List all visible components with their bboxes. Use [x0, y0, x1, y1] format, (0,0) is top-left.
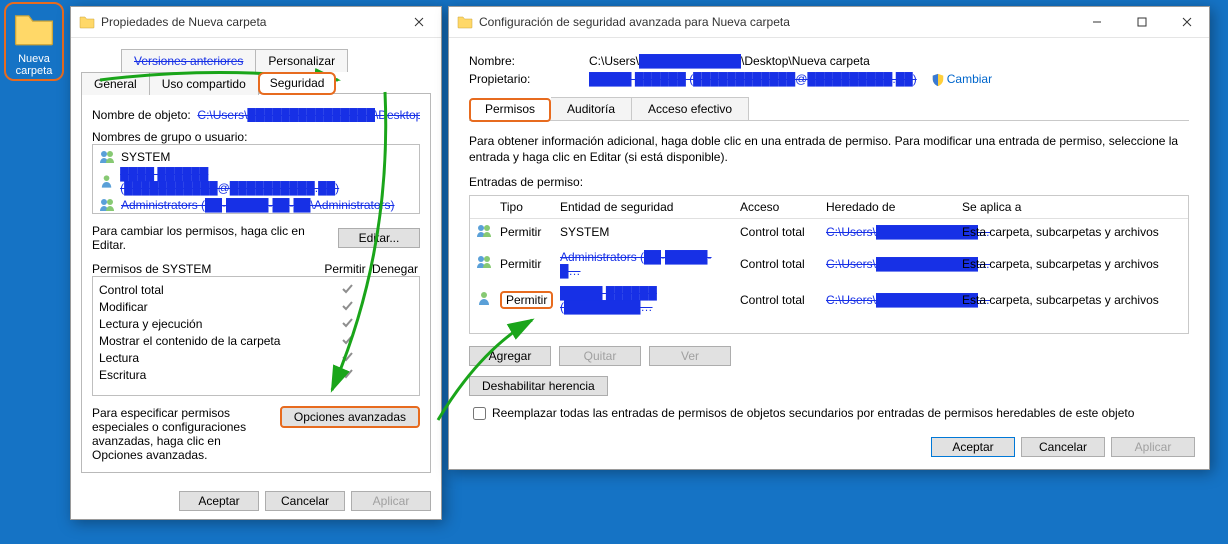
perm-row: Permitir SYSTEM Control total C:\Users\█… — [470, 219, 1188, 246]
folder-icon — [457, 14, 473, 30]
apply-button[interactable]: Aplicar — [351, 491, 431, 511]
groups-label: Nombres de grupo o usuario: — [92, 130, 420, 144]
tab-permissions[interactable]: Permisos — [469, 98, 551, 122]
user-icon — [476, 290, 492, 306]
owner-value: █████ ██████ (████████████@██████████.██… — [589, 72, 917, 86]
edit-button[interactable]: Editar... — [338, 228, 420, 248]
minimize-icon[interactable] — [1074, 7, 1119, 37]
properties-window: Propiedades de Nueva carpeta Versiones a… — [70, 6, 442, 520]
group-list[interactable]: SYSTEM ████ ██████ (███████████@████████… — [92, 144, 420, 214]
desktop-folder-label: Nueva carpeta — [6, 53, 62, 77]
advanced-hint: Para especificar permisos especiales o c… — [92, 406, 280, 462]
hdr-access[interactable]: Acceso — [734, 196, 820, 218]
hdr-principal[interactable]: Entidad de seguridad — [554, 196, 734, 218]
edit-hint: Para cambiar los permisos, haga clic en … — [92, 224, 338, 252]
cancel-button[interactable]: Cancelar — [1021, 437, 1105, 457]
perm-row: Permitir █████ ██████ (█████████… Contro… — [470, 282, 1188, 318]
maximize-icon[interactable] — [1119, 7, 1164, 37]
properties-title: Propiedades de Nueva carpeta — [101, 15, 396, 29]
allow-header: Permitir — [320, 262, 370, 276]
tab-general[interactable]: General — [81, 72, 150, 95]
hdr-inherited[interactable]: Heredado de — [820, 196, 956, 218]
close-icon[interactable] — [1164, 7, 1209, 37]
info-text: Para obtener información adicional, haga… — [469, 133, 1189, 165]
tab-previous-versions[interactable]: Versiones anteriores — [121, 49, 256, 72]
advanced-security-window: Configuración de seguridad avanzada para… — [448, 6, 1210, 470]
properties-titlebar[interactable]: Propiedades de Nueva carpeta — [71, 7, 441, 38]
deny-header: Denegar — [370, 262, 420, 276]
group-item-admins: Administrators (██-█████-██-██\Administr… — [93, 193, 419, 214]
tab-auditing[interactable]: Auditoría — [551, 97, 632, 121]
advanced-title: Configuración de seguridad avanzada para… — [479, 15, 1074, 29]
remove-button[interactable]: Quitar — [559, 346, 641, 366]
tab-sharing[interactable]: Uso compartido — [149, 72, 259, 95]
replace-children-checkbox[interactable] — [473, 407, 486, 420]
hdr-applies[interactable]: Se aplica a — [956, 196, 1188, 218]
tab-customize[interactable]: Personalizar — [255, 49, 348, 72]
cancel-button[interactable]: Cancelar — [265, 491, 345, 511]
tab-effective-access[interactable]: Acceso efectivo — [632, 97, 749, 121]
object-name-value: C:\Users\███████████████\Desktop\Nueva c… — [197, 108, 420, 122]
permissions-for-label: Permisos de SYSTEM — [92, 262, 320, 276]
entries-label: Entradas de permiso: — [469, 175, 1189, 189]
perm-row: Permitir Administrators (██-█████-█… Con… — [470, 246, 1188, 282]
users-icon — [476, 254, 492, 270]
change-owner-link[interactable]: Cambiar — [931, 72, 992, 87]
group-item-system: SYSTEM — [93, 145, 419, 169]
owner-label: Propietario: — [469, 72, 589, 86]
advanced-button[interactable]: Opciones avanzadas — [280, 406, 420, 428]
tab-security[interactable]: Seguridad — [258, 72, 337, 95]
permission-entries-table[interactable]: Tipo Entidad de seguridad Acceso Heredad… — [469, 195, 1189, 334]
ok-button[interactable]: Aceptar — [179, 491, 259, 511]
permissions-list[interactable]: Control total Modificar Lectura y ejecuc… — [92, 276, 420, 396]
name-value: C:\Users\████████████\Desktop\Nueva carp… — [589, 54, 870, 68]
disable-inheritance-button[interactable]: Deshabilitar herencia — [469, 376, 608, 396]
name-label: Nombre: — [469, 54, 589, 68]
object-name-label: Nombre de objeto: — [92, 108, 191, 122]
replace-children-label: Reemplazar todas las entradas de permiso… — [492, 406, 1134, 420]
hdr-type[interactable]: Tipo — [494, 196, 554, 218]
add-button[interactable]: Agregar — [469, 346, 551, 366]
desktop-folder[interactable]: Nueva carpeta — [4, 2, 64, 81]
users-icon — [476, 223, 492, 239]
apply-button[interactable]: Aplicar — [1111, 437, 1195, 457]
close-icon[interactable] — [396, 7, 441, 37]
ok-button[interactable]: Aceptar — [931, 437, 1015, 457]
group-item-user1: ████ ██████ (███████████@██████████.██) — [93, 169, 419, 193]
folder-icon — [79, 14, 95, 30]
view-button[interactable]: Ver — [649, 346, 731, 366]
advanced-titlebar[interactable]: Configuración de seguridad avanzada para… — [449, 7, 1209, 38]
